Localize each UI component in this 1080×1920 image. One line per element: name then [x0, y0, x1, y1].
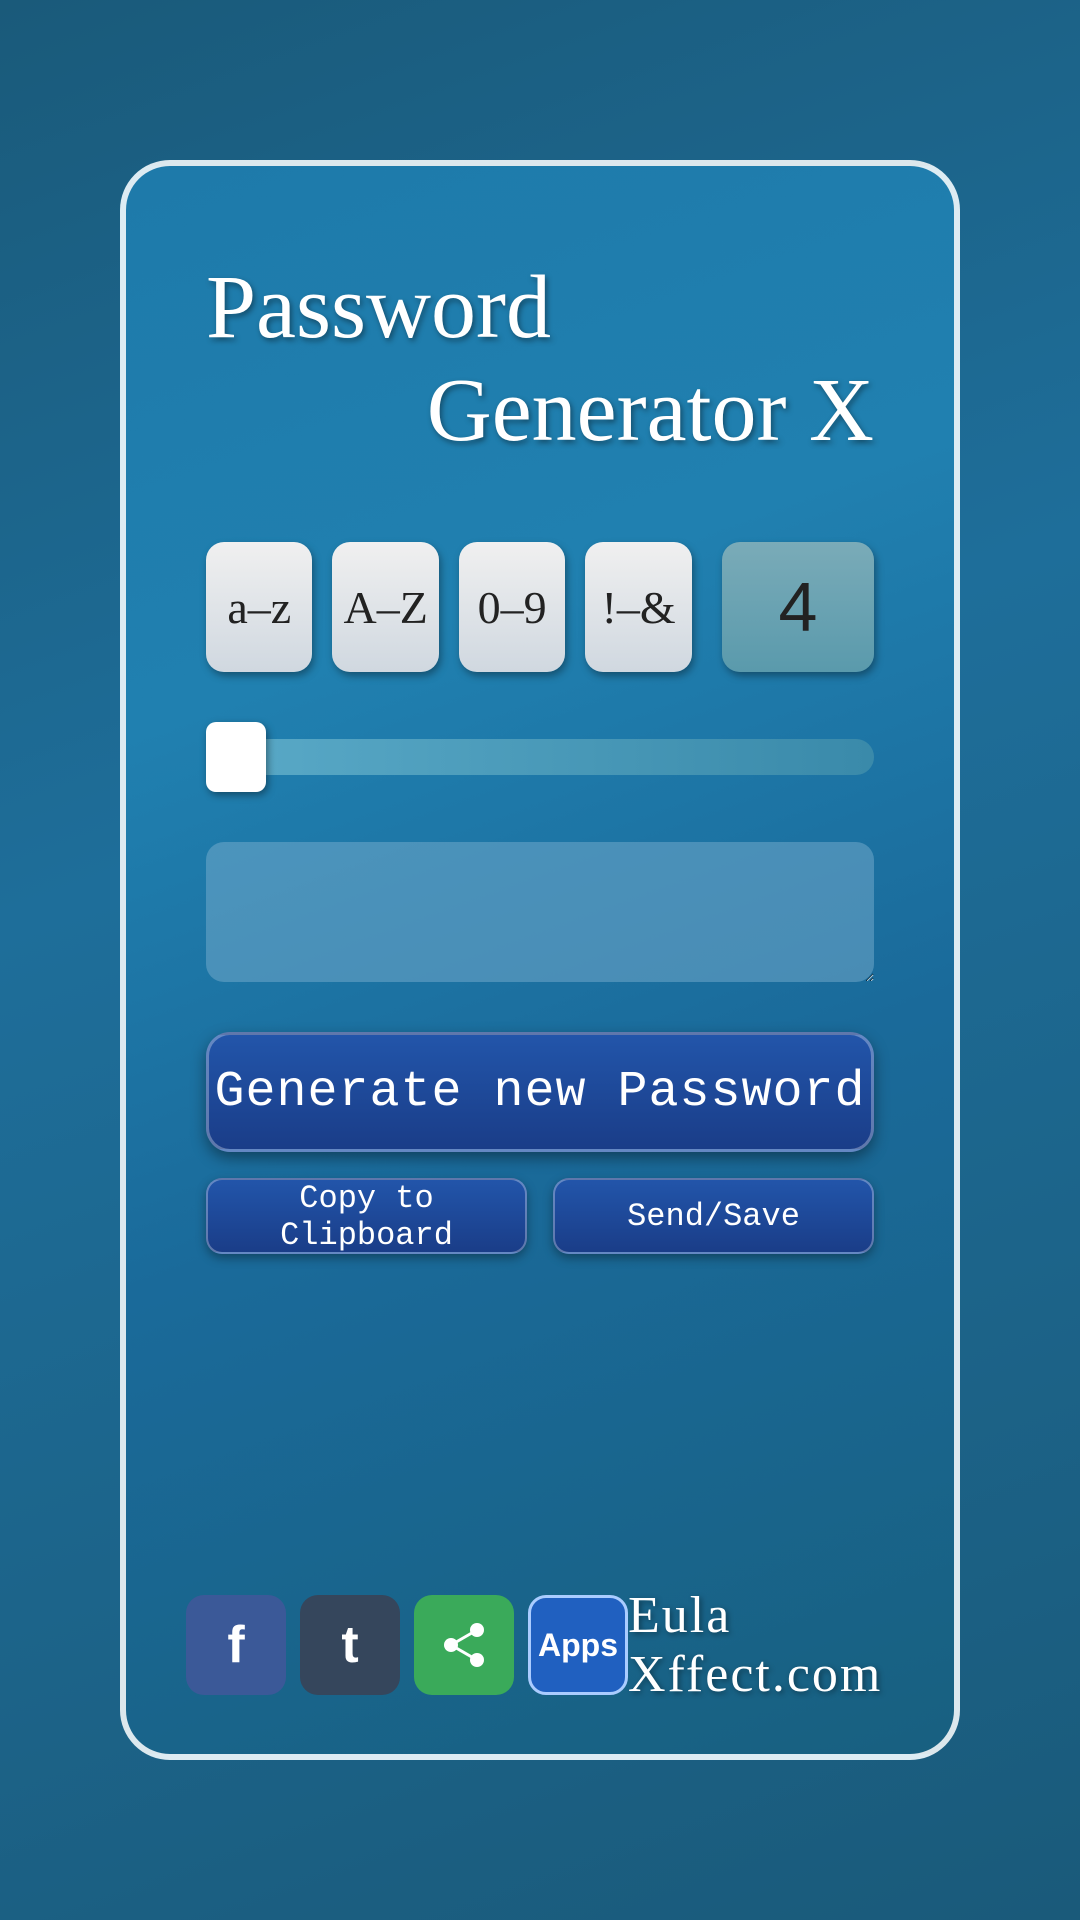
- charset-az-lower[interactable]: a–z: [206, 542, 312, 672]
- bottom-row: f t Apps Eula Xffect.com: [186, 1586, 894, 1704]
- generate-button[interactable]: Generate new Password: [206, 1032, 874, 1152]
- main-card: Password Generator X a–z A–Z 0–9 !–& 4 G…: [120, 160, 960, 1760]
- apps-store-icon[interactable]: Apps: [528, 1595, 628, 1695]
- social-icons: f t Apps: [186, 1595, 628, 1695]
- brand-text: Eula Xffect.com: [628, 1586, 894, 1704]
- app-title-line2: Generator X: [206, 359, 874, 462]
- copy-clipboard-button[interactable]: Copy to Clipboard: [206, 1178, 527, 1254]
- charset-az-upper[interactable]: A–Z: [332, 542, 438, 672]
- charset-09[interactable]: 0–9: [459, 542, 565, 672]
- slider-thumb[interactable]: [206, 722, 266, 792]
- tumblr-icon[interactable]: t: [300, 1595, 400, 1695]
- length-slider-container: [206, 722, 874, 792]
- facebook-icon[interactable]: f: [186, 1595, 286, 1695]
- send-save-button[interactable]: Send/Save: [553, 1178, 874, 1254]
- share-icon[interactable]: [414, 1595, 514, 1695]
- app-title-line1: Password: [206, 256, 874, 359]
- charset-row: a–z A–Z 0–9 !–& 4: [206, 542, 874, 672]
- secondary-buttons: Copy to Clipboard Send/Save: [206, 1178, 874, 1254]
- slider-track: [206, 739, 874, 775]
- app-title: Password Generator X: [206, 256, 874, 462]
- password-display[interactable]: [206, 842, 874, 982]
- count-button[interactable]: 4: [722, 542, 874, 672]
- charset-special[interactable]: !–&: [585, 542, 691, 672]
